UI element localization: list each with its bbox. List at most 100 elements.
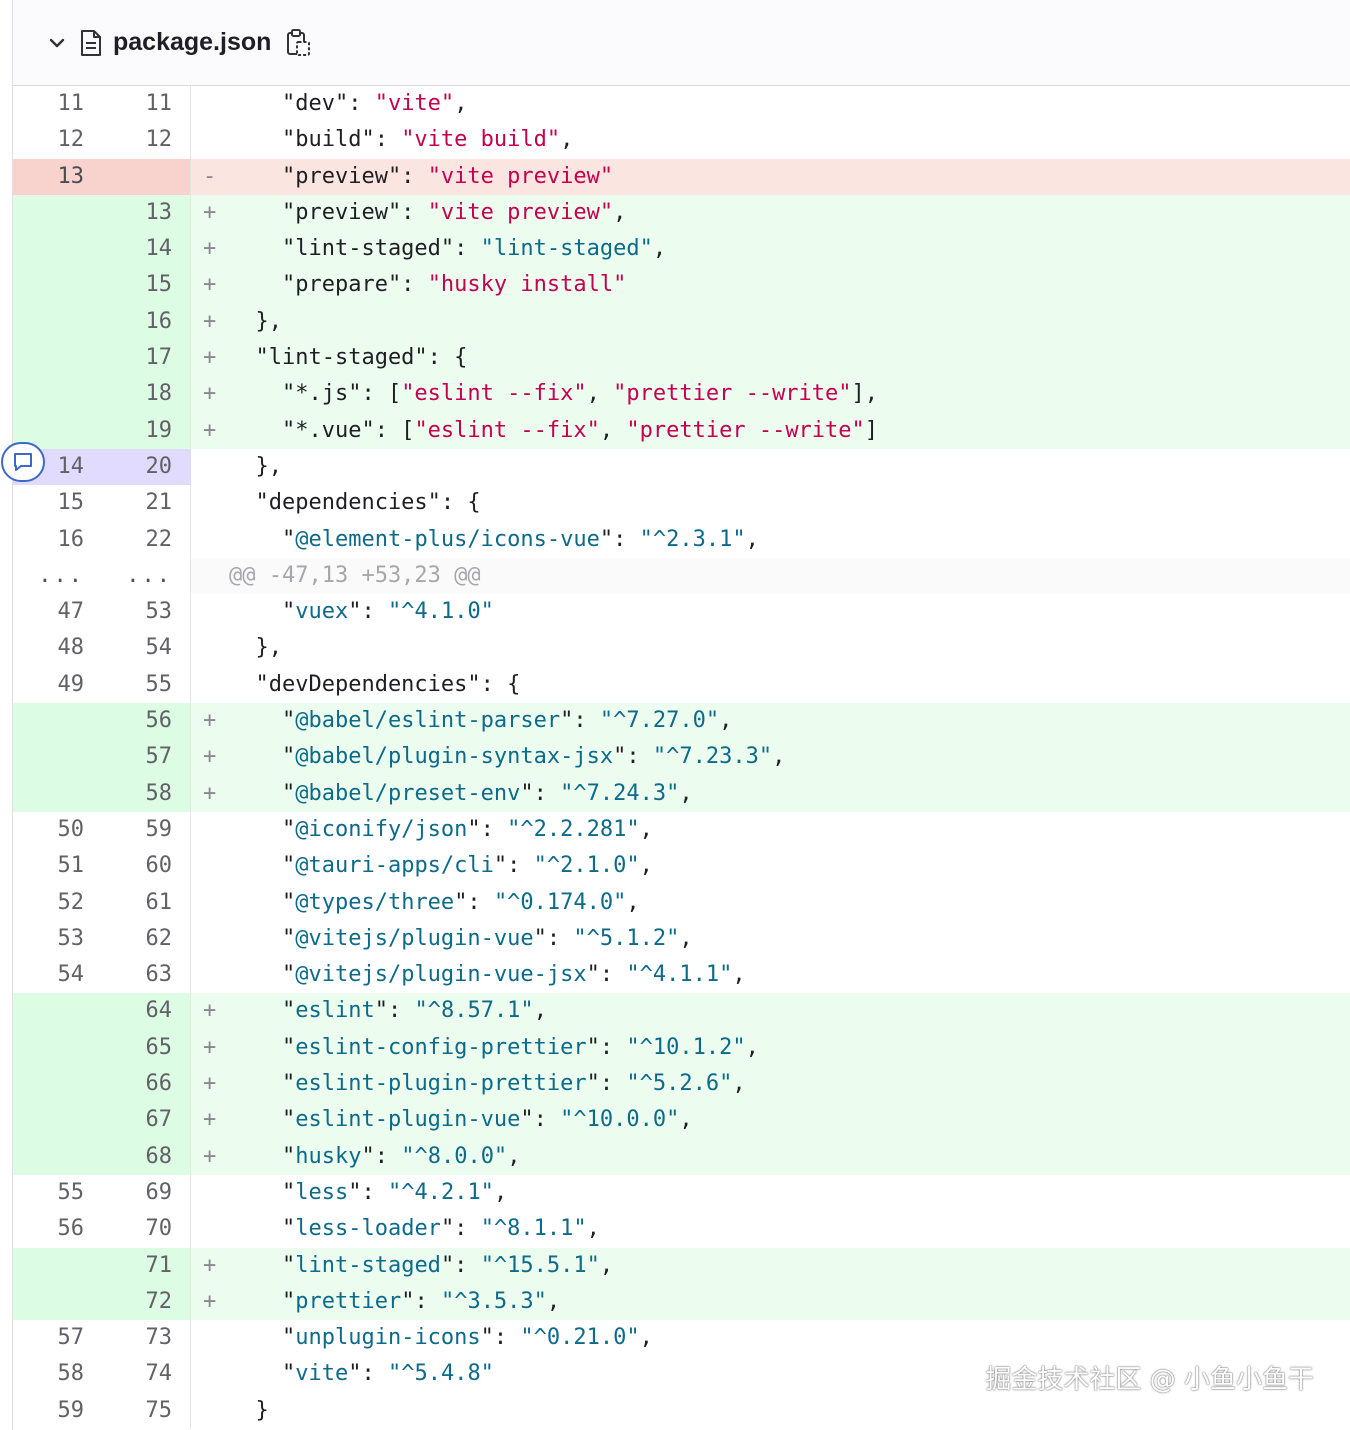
diff-line[interactable]: 15 21 "dependencies": {: [13, 485, 1350, 522]
new-line-number[interactable]: 56: [102, 703, 191, 740]
new-line-number[interactable]: 13: [102, 194, 191, 232]
old-line-number[interactable]: [13, 1283, 102, 1321]
diff-line[interactable]: 53 62 "@vitejs/plugin-vue": "^5.1.2",: [13, 920, 1350, 958]
old-line-number[interactable]: [13, 1102, 102, 1139]
diff-line[interactable]: 18 + "*.js": ["eslint --fix", "prettier -…: [13, 376, 1350, 413]
old-line-number[interactable]: [13, 775, 102, 812]
diff-line[interactable]: 17 + "lint-staged": {: [13, 340, 1350, 377]
copy-file-path-icon[interactable]: [285, 28, 313, 58]
diff-line[interactable]: 67 + "eslint-plugin-vue": "^10.0.0",: [13, 1102, 1350, 1139]
new-line-number[interactable]: 69: [102, 1174, 191, 1212]
new-line-number[interactable]: 65: [102, 1029, 191, 1067]
diff-line[interactable]: 52 61 "@types/three": "^0.174.0",: [13, 884, 1350, 921]
new-line-number[interactable]: 18: [102, 376, 191, 413]
diff-line[interactable]: 48 54 },: [13, 630, 1350, 667]
new-line-number[interactable]: 14: [102, 231, 191, 268]
new-line-number[interactable]: 54: [102, 630, 191, 667]
old-line-number[interactable]: 50: [13, 812, 102, 848]
diff-line[interactable]: 14 + "lint-staged": "lint-staged",: [13, 231, 1350, 268]
new-line-number[interactable]: 20: [102, 448, 191, 486]
old-line-number[interactable]: [13, 1138, 102, 1175]
old-line-number[interactable]: 58: [13, 1356, 102, 1392]
new-line-number[interactable]: 59: [102, 811, 191, 849]
diff-line[interactable]: 51 60 "@tauri-apps/cli": "^2.1.0",: [13, 848, 1350, 885]
new-line-number[interactable]: [102, 158, 191, 195]
old-line-number[interactable]: [13, 231, 102, 268]
diff-line[interactable]: 14 20 },: [13, 448, 1350, 486]
old-line-number[interactable]: 51: [13, 848, 102, 884]
new-line-number[interactable]: 16: [102, 303, 191, 341]
new-line-number[interactable]: 17: [102, 340, 191, 377]
diff-line[interactable]: 12 12 "build": "vite build",: [13, 122, 1350, 159]
add-comment-button[interactable]: [1, 442, 45, 482]
old-line-number[interactable]: 56: [13, 1211, 102, 1247]
diff-line[interactable]: 11 11 "dev": "vite",: [13, 86, 1350, 123]
old-line-number[interactable]: ...: [13, 558, 102, 594]
old-line-number[interactable]: 47: [13, 594, 102, 630]
diff-line[interactable]: 57 73 "unplugin-icons": "^0.21.0",: [13, 1320, 1350, 1357]
old-line-number[interactable]: 13: [13, 158, 102, 195]
new-line-number[interactable]: 72: [102, 1283, 191, 1321]
new-line-number[interactable]: 68: [102, 1138, 191, 1175]
old-line-number[interactable]: [13, 993, 102, 1030]
old-line-number[interactable]: 15: [13, 485, 102, 521]
diff-line[interactable]: 64 + "eslint": "^8.57.1",: [13, 993, 1350, 1030]
diff-line[interactable]: 15 + "prepare": "husky install": [13, 267, 1350, 304]
new-line-number[interactable]: 75: [102, 1392, 191, 1429]
diff-line[interactable]: 65 + "eslint-config-prettier": "^10.1.2",: [13, 1029, 1350, 1067]
diff-line[interactable]: 13 + "preview": "vite preview",: [13, 194, 1350, 232]
new-line-number[interactable]: 15: [102, 267, 191, 304]
old-line-number[interactable]: [13, 194, 102, 232]
diff-line[interactable]: 49 55 "devDependencies": {: [13, 666, 1350, 704]
new-line-number[interactable]: 22: [102, 521, 191, 558]
old-line-number[interactable]: [13, 303, 102, 341]
old-line-number[interactable]: 55: [13, 1175, 102, 1211]
new-line-number[interactable]: 74: [102, 1356, 191, 1393]
diff-line[interactable]: 72 + "prettier": "^3.5.3",: [13, 1283, 1350, 1321]
diff-line[interactable]: 56 70 "less-loader": "^8.1.1",: [13, 1211, 1350, 1248]
old-line-number[interactable]: 57: [13, 1320, 102, 1356]
new-line-number[interactable]: 11: [102, 86, 191, 123]
diff-line[interactable]: 58 + "@babel/preset-env": "^7.24.3",: [13, 775, 1350, 812]
new-line-number[interactable]: 53: [102, 594, 191, 631]
diff-line[interactable]: 16 + },: [13, 303, 1350, 341]
diff-line[interactable]: 54 63 "@vitejs/plugin-vue-jsx": "^4.1.1",: [13, 957, 1350, 994]
new-line-number[interactable]: 57: [102, 739, 191, 776]
chevron-down-icon[interactable]: [47, 33, 67, 53]
diff-line[interactable]: 13 - "preview": "vite preview": [13, 158, 1350, 195]
new-line-number[interactable]: 21: [102, 485, 191, 522]
old-line-number[interactable]: 52: [13, 885, 102, 921]
new-line-number[interactable]: 60: [102, 848, 191, 885]
diff-line[interactable]: 56 + "@babel/eslint-parser": "^7.27.0",: [13, 703, 1350, 740]
old-line-number[interactable]: 16: [13, 522, 102, 558]
new-line-number[interactable]: 12: [102, 122, 191, 159]
new-line-number[interactable]: 64: [102, 993, 191, 1030]
new-line-number[interactable]: 67: [102, 1102, 191, 1139]
old-line-number[interactable]: [13, 1247, 102, 1284]
old-line-number[interactable]: 11: [13, 86, 102, 122]
diff-line[interactable]: 16 22 "@element-plus/icons-vue": "^2.3.1"…: [13, 521, 1350, 558]
new-line-number[interactable]: 66: [102, 1066, 191, 1103]
diff-line[interactable]: 55 69 "less": "^4.2.1",: [13, 1174, 1350, 1212]
diff-line[interactable]: 19 + "*.vue": ["eslint --fix", "prettier …: [13, 412, 1350, 449]
new-line-number[interactable]: 19: [102, 412, 191, 449]
old-line-number[interactable]: [13, 739, 102, 776]
old-line-number[interactable]: 59: [13, 1393, 102, 1429]
old-line-number[interactable]: [13, 703, 102, 740]
old-line-number[interactable]: [13, 267, 102, 304]
old-line-number[interactable]: [13, 340, 102, 377]
diff-line[interactable]: 57 + "@babel/plugin-syntax-jsx": "^7.23.3…: [13, 739, 1350, 776]
diff-line[interactable]: 66 + "eslint-plugin-prettier": "^5.2.6",: [13, 1066, 1350, 1103]
old-line-number[interactable]: 49: [13, 667, 102, 703]
old-line-number[interactable]: [13, 1066, 102, 1103]
new-line-number[interactable]: 55: [102, 666, 191, 704]
old-line-number[interactable]: 54: [13, 957, 102, 993]
new-line-number[interactable]: 73: [102, 1320, 191, 1357]
old-line-number[interactable]: 53: [13, 921, 102, 957]
old-line-number[interactable]: 12: [13, 122, 102, 158]
new-line-number[interactable]: ...: [102, 557, 191, 595]
new-line-number[interactable]: 70: [102, 1211, 191, 1248]
new-line-number[interactable]: 71: [102, 1247, 191, 1284]
diff-line[interactable]: 59 75 }: [13, 1392, 1350, 1429]
diff-line[interactable]: 50 59 "@iconify/json": "^2.2.281",: [13, 811, 1350, 849]
